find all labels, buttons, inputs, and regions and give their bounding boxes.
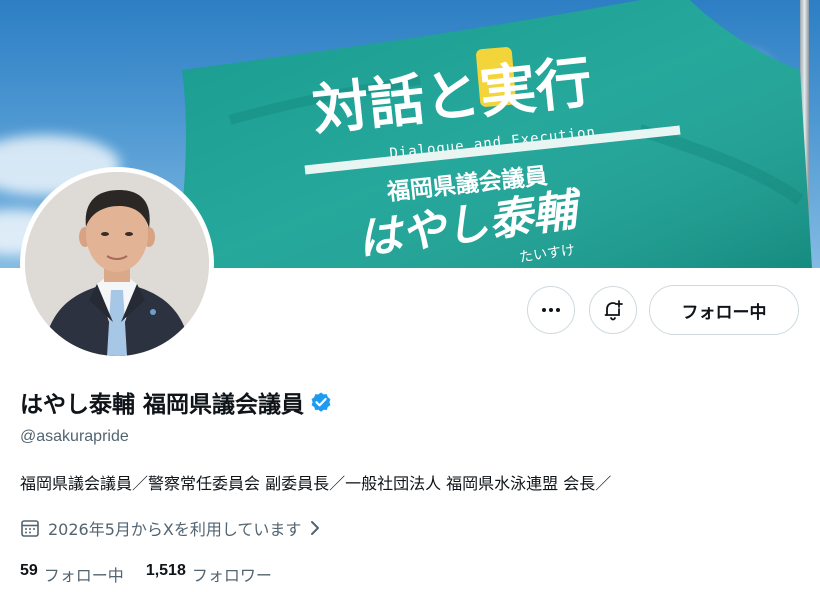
verified-badge-icon[interactable] [309, 390, 333, 414]
avatar[interactable] [20, 167, 214, 361]
user-handle: @asakurapride [20, 428, 129, 445]
display-name: はやし泰輔 福岡県議会議員 [20, 392, 305, 418]
following-count-link[interactable]: 59 フォロー中 [20, 562, 124, 586]
notify-button[interactable] [589, 286, 637, 334]
chevron-right-icon [311, 521, 320, 535]
joined-date-link[interactable]: 2026年5月からXを利用しています [20, 516, 321, 540]
followers-count: 1,518 [145, 562, 186, 579]
followers-count-link[interactable]: 1,518 フォロワー [146, 562, 272, 586]
profile-name-row: はやし泰輔 福岡県議会議員 [20, 385, 333, 419]
more-icon [542, 308, 560, 312]
calendar-icon [21, 520, 39, 537]
joined-date-text: 2026年5月からXを利用しています [48, 520, 302, 539]
profile-bio: 福岡県議会議員／警察常任委員会 副委員長／一般社団法人 福岡県水泳連盟 会長／ [20, 474, 612, 493]
followers-label: フォロワー [191, 566, 272, 585]
following-label: フォロー中 [43, 566, 124, 585]
avatar-photo [25, 172, 209, 356]
following-button[interactable]: フォロー中 [649, 285, 799, 335]
follow-stats: 59 フォロー中 1,518 フォロワー [20, 562, 294, 586]
following-count: 59 [20, 562, 38, 579]
bell-plus-icon [604, 300, 623, 321]
more-button[interactable] [527, 286, 575, 334]
